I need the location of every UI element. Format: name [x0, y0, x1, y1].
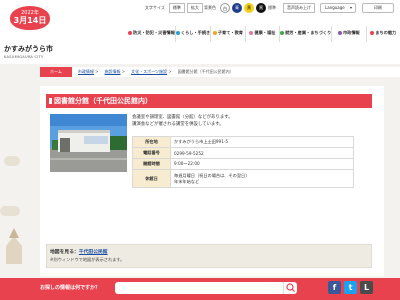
twitter-icon[interactable]: t	[344, 281, 357, 294]
nav-disaster[interactable]: 防災・防犯・災害情報	[128, 26, 175, 42]
nav-childcare-icon	[212, 31, 217, 35]
nav-childcare[interactable]: 子育て・教育	[210, 26, 244, 42]
chevron-down-icon: ▾	[349, 5, 352, 10]
breadcrumb-item: 施設情報 >	[104, 69, 126, 74]
font-large-button[interactable]: 拡大	[186, 3, 203, 13]
bg-color-controls: 背景色 白 青 黄 黒 標準	[204, 3, 280, 13]
map-title-prefix: 地図を見る：	[50, 250, 79, 255]
title-marker	[49, 98, 52, 104]
nav-label: まちの魅力	[375, 30, 397, 35]
table-row: 休館日 毎週月曜日（祝日の場合は、その翌日） 年末年始など	[132, 169, 354, 188]
voice-reading-button[interactable]: 音声読み上げ	[283, 3, 315, 13]
anniversary-badge: 2022年 3月14日	[10, 6, 50, 30]
search-icon	[286, 283, 295, 292]
map-link[interactable]: 千代田公民館	[79, 250, 108, 255]
search-input[interactable]	[115, 282, 285, 294]
global-nav: 防災・防犯・災害情報 くらし・手続き 子育て・教育 健康・福祉 就労・産業・まち…	[128, 26, 400, 42]
table-cell: 9:00～22:00	[170, 158, 354, 170]
page-title-bar: 図書館分館（千代田公民館内）	[46, 94, 372, 108]
breadcrumb-current: 図書館分館（千代田公民館内）	[177, 69, 234, 74]
breadcrumb-link-culture-sports[interactable]: 文化・スポーツ施設	[131, 69, 167, 74]
bg-yellow-button[interactable]: 黄	[244, 3, 254, 13]
search-prompt: お探しの情報は何ですか？	[40, 285, 101, 291]
nav-label: 子育て・教育	[217, 30, 243, 35]
bg-white-button[interactable]: 白	[220, 3, 230, 13]
print-button[interactable]: 印刷	[362, 3, 394, 13]
table-header-cell: 休館日	[132, 169, 171, 188]
nav-attractions-icon	[370, 31, 375, 35]
nav-label: 健康・福祉	[254, 30, 276, 35]
breadcrumb-item: 市政情報 >	[77, 69, 99, 74]
badge-year: 2022年	[21, 10, 39, 16]
footer-search-bar: お探しの情報は何ですか？ f t L	[0, 278, 400, 300]
bg-black-button[interactable]: 黒	[256, 3, 266, 13]
breadcrumb-link-facilities[interactable]: 施設情報	[105, 69, 121, 74]
facebook-icon[interactable]: f	[328, 281, 341, 294]
nav-industry-icon	[280, 31, 285, 35]
bg-color-label: 背景色	[204, 5, 216, 10]
facility-info-table: 所在地 かすみがうら市上土田991-5 電話番号 0299-59-5252 開館…	[132, 136, 354, 188]
reading-control: 音声読み上げ	[283, 3, 317, 13]
nav-city-admin-icon	[337, 31, 342, 35]
facility-description: 会議室や調理室、図書館（分館）などがあります。 講演会などが催される講堂を併設し…	[132, 115, 233, 127]
table-cell: 毎週月曜日（祝日の場合は、その翌日） 年末年始など	[170, 169, 354, 188]
nav-label: くらし・手続き	[180, 30, 211, 35]
nav-living[interactable]: くらし・手続き	[174, 26, 211, 42]
nav-city-admin[interactable]: 市政情報	[331, 26, 365, 42]
side-decoration	[0, 96, 24, 276]
site-header: 2022年 3月14日 かすみがうら市 KASUMIGAURA CITY 文字サ…	[0, 0, 400, 64]
search-button[interactable]	[283, 282, 297, 294]
breadcrumb-home[interactable]: ホーム	[40, 67, 72, 77]
badge-date: 3月14日	[13, 16, 47, 25]
nav-health-icon	[249, 31, 254, 35]
site-name-roman: KASUMIGAURA CITY	[4, 55, 44, 59]
bg-blue-button[interactable]: 青	[232, 3, 242, 13]
closed-days-line: 年末年始など	[174, 178, 200, 184]
nav-industry[interactable]: 就労・産業・まちづくり	[279, 26, 331, 42]
font-size-label: 文字サイズ	[145, 5, 165, 10]
site-logo[interactable]: 2022年 3月14日 かすみがうら市 KASUMIGAURA CITY	[4, 4, 62, 62]
site-name: かすみがうら市	[4, 45, 53, 53]
nav-disaster-icon	[128, 31, 132, 35]
map-note: ※別ウィンドウで地図が表示されます。	[50, 257, 125, 262]
breadcrumb-link-city-admin[interactable]: 市政情報	[78, 69, 94, 74]
main-content: 図書館分館（千代田公民館内） 会議室や調理室、図書館（分館）などがあります。 講…	[40, 86, 384, 276]
font-size-controls: 文字サイズ 標準 拡大	[145, 3, 205, 13]
breadcrumb: ホーム 市政情報 > 施設情報 > 文化・スポーツ施設 > 図書館分館（千代田公…	[40, 67, 400, 77]
nav-attractions[interactable]: まちの魅力	[365, 26, 400, 42]
tower-illustration	[6, 228, 22, 264]
nav-label: 就労・産業・まちづくり	[285, 30, 332, 35]
table-header-cell: 電話番号	[132, 147, 171, 159]
table-header-cell: 所在地	[132, 136, 171, 148]
language-label: Language	[325, 5, 345, 10]
page-title: 図書館分館（千代田公民館内）	[54, 97, 152, 105]
table-row: 電話番号 0299-59-5252	[132, 147, 354, 159]
nav-label: 市政情報	[342, 30, 360, 35]
cloud-decoration	[4, 156, 20, 166]
font-standard-button[interactable]: 標準	[168, 3, 185, 13]
map-box: 地図を見る：千代田公民館 ※別ウィンドウで地図が表示されます。	[46, 244, 372, 268]
table-row: 開館時間 9:00～22:00	[132, 158, 354, 170]
language-select[interactable]: Language ▾	[320, 3, 356, 13]
nav-living-icon	[175, 31, 180, 35]
facility-photo	[50, 114, 127, 172]
line-icon[interactable]: L	[360, 281, 373, 294]
nav-health[interactable]: 健康・福祉	[244, 26, 279, 42]
table-cell: 0299-59-5252	[170, 147, 354, 159]
map-title: 地図を見る：千代田公民館	[50, 248, 108, 255]
table-header-cell: 開館時間	[132, 158, 171, 170]
table-cell: かすみがうら市上土田991-5	[170, 136, 354, 148]
bg-standard-link[interactable]: 標準	[268, 5, 276, 11]
cloud-decoration	[0, 206, 20, 216]
table-row: 所在地 かすみがうら市上土田991-5	[132, 136, 354, 148]
nav-label: 防災・防犯・災害情報	[133, 30, 175, 35]
breadcrumb-item: 文化・スポーツ施設 >	[131, 69, 172, 74]
